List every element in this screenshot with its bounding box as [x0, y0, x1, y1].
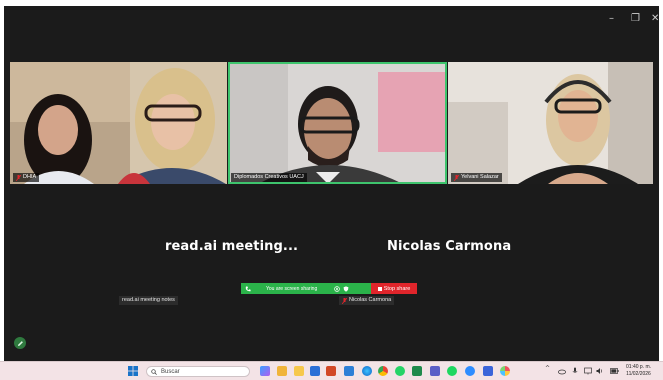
teams-icon[interactable] [430, 366, 440, 376]
participant-name: DHIA [23, 174, 37, 180]
volume-icon[interactable] [596, 367, 604, 375]
security-shield-icon[interactable] [343, 285, 349, 292]
tray-overflow-chevron[interactable]: ^ [545, 365, 550, 372]
screen-share-bar: You are screen sharing Stop share [241, 283, 417, 294]
zoom-icon[interactable] [465, 366, 475, 376]
close-button[interactable]: ✕ [651, 14, 659, 24]
participant-name: Diplomados Creativos UACJ [234, 174, 304, 180]
microphone-icon[interactable] [572, 367, 578, 375]
onedrive-icon[interactable] [558, 367, 566, 375]
clock-time: 01:40 p. m. [626, 364, 652, 370]
explorer-icon[interactable] [294, 366, 304, 376]
video-tile-dhia[interactable]: DHIA [10, 62, 227, 184]
video-tile-diplomados[interactable]: Diplomados Creativos UACJ [228, 62, 447, 184]
outlook-icon[interactable] [344, 366, 354, 376]
readai-participant-name: read.ai meeting... [165, 239, 299, 254]
video-tile-yelvani[interactable]: Yelvani Salazar [448, 62, 653, 184]
stop-share-label: Stop share [383, 285, 411, 292]
excel-icon[interactable] [412, 366, 422, 376]
clock-date: 11/02/2026 [626, 371, 651, 377]
taskbar-clock[interactable]: 01:40 p. m. 11/02/2026 [626, 364, 651, 378]
minimize-button[interactable]: – [609, 14, 614, 24]
copilot-icon[interactable] [260, 366, 270, 376]
muted-mic-icon [16, 174, 21, 181]
phone-icon [245, 286, 251, 291]
sharing-status[interactable]: You are screen sharing [241, 283, 371, 294]
sharing-status-text: You are screen sharing [266, 285, 318, 292]
readai-nameplate: read.ai meeting notes [119, 296, 178, 305]
nicolas-plate-label: Nicolas Carmona [349, 297, 392, 303]
search-icon [151, 368, 157, 375]
participant-nameplate: Diplomados Creativos UACJ [231, 173, 307, 182]
mail-icon[interactable] [310, 366, 320, 376]
edge-icon[interactable] [362, 366, 372, 376]
copilot-app-icon[interactable] [483, 366, 493, 376]
whatsapp-icon[interactable] [395, 366, 405, 376]
search-input[interactable]: Buscar [146, 366, 250, 377]
muted-mic-icon [342, 297, 347, 304]
zoom-meeting-window: – ❐ ✕ DHIA Diplomados Creativos UACJ Yel… [4, 6, 659, 361]
battery-icon[interactable] [610, 368, 619, 374]
participant-nameplate: DHIA [13, 173, 40, 182]
participant-video [10, 62, 227, 184]
pause-share-icon[interactable] [334, 285, 341, 292]
nicolas-nameplate: Nicolas Carmona [339, 296, 395, 305]
paint-icon[interactable] [500, 366, 510, 376]
maximize-button[interactable]: ❐ [631, 14, 640, 24]
pencil-icon [17, 340, 23, 346]
stop-icon [377, 286, 382, 291]
windows-taskbar: Buscar ^ 01:40 p. m. 11/02/2026 [0, 361, 663, 380]
network-icon[interactable] [584, 367, 592, 375]
spotify-icon[interactable] [447, 366, 457, 376]
search-placeholder: Buscar [161, 368, 180, 375]
files-icon[interactable] [277, 366, 287, 376]
chrome-icon[interactable] [378, 366, 388, 376]
meeting-assistant-icon[interactable] [14, 337, 26, 349]
participant-video [448, 62, 653, 184]
muted-mic-icon [454, 174, 459, 181]
nicolas-participant-name: Nicolas Carmona [387, 239, 512, 254]
windows-icon[interactable] [128, 366, 138, 376]
powerpoint-icon[interactable] [326, 366, 336, 376]
participant-nameplate: Yelvani Salazar [451, 173, 502, 182]
readai-plate-label: read.ai meeting notes [122, 297, 175, 303]
stop-share-button[interactable]: Stop share [371, 283, 417, 294]
participant-name: Yelvani Salazar [461, 174, 499, 180]
participant-video [228, 62, 447, 184]
